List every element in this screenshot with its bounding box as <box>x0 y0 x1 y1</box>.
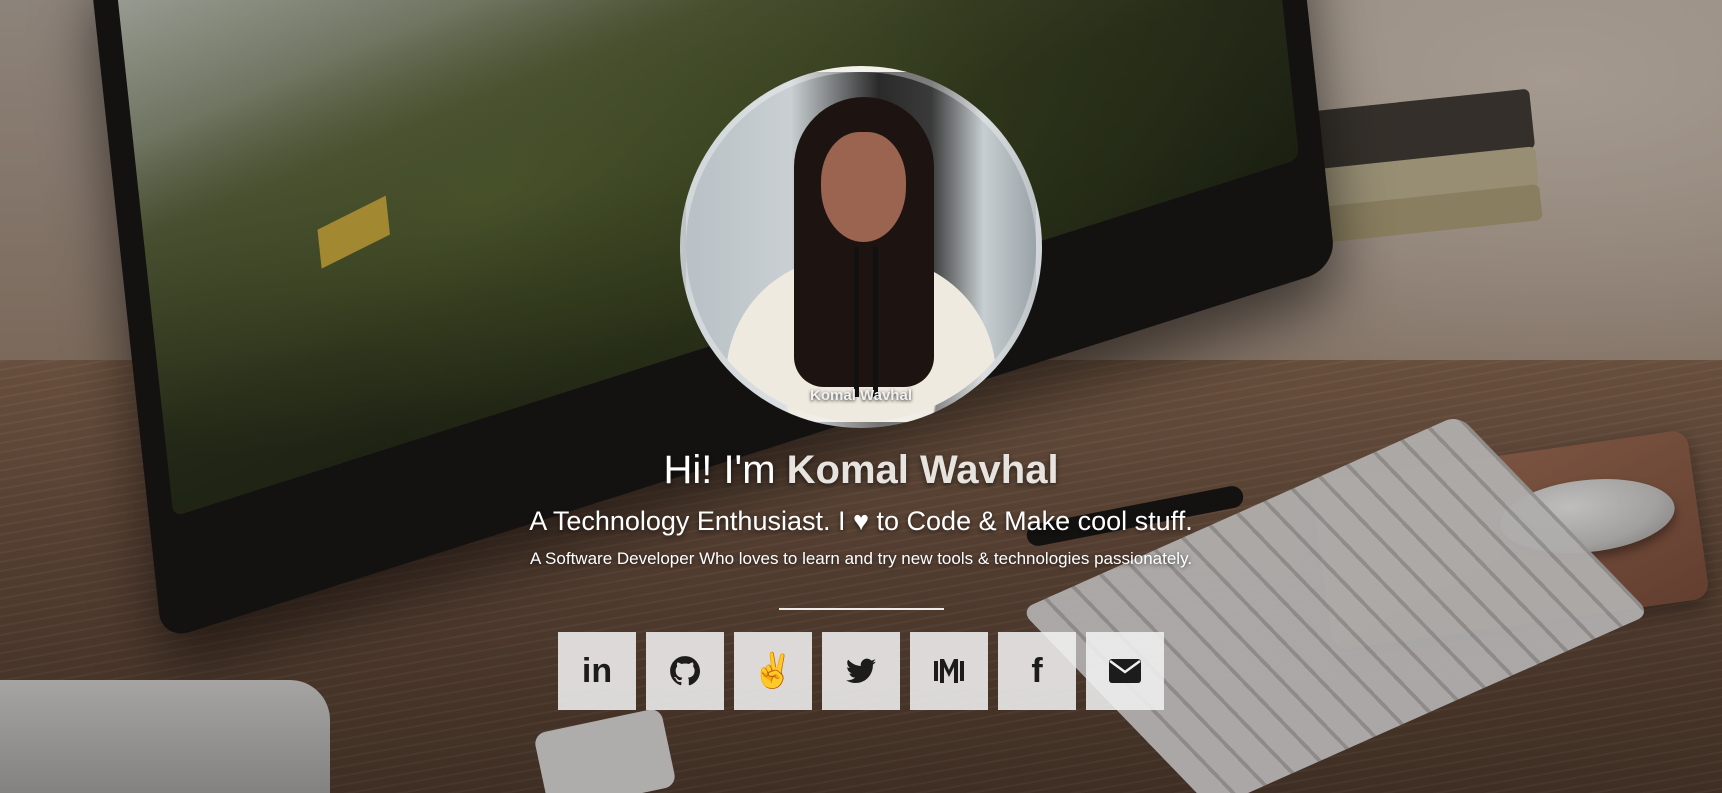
social-links: in ✌ f <box>0 632 1722 710</box>
linkedin-icon: in <box>581 651 613 690</box>
facebook-icon: f <box>1031 651 1043 690</box>
avatar-face <box>821 132 906 242</box>
avatar-lanyard <box>854 247 878 397</box>
github-icon <box>668 654 702 688</box>
avatar: Komal Wavhal <box>680 66 1042 428</box>
angellist-icon: ✌ <box>751 652 795 690</box>
twitter-button[interactable] <box>822 632 900 710</box>
angellist-button[interactable]: ✌ <box>734 632 812 710</box>
email-icon <box>1108 658 1142 684</box>
email-button[interactable] <box>1086 632 1164 710</box>
medium-icon <box>932 657 966 685</box>
facebook-button[interactable]: f <box>998 632 1076 710</box>
tagline: A Technology Enthusiast. I ♥ to Code & M… <box>529 506 1193 536</box>
github-button[interactable] <box>646 632 724 710</box>
greeting-prefix: Hi! I'm <box>663 448 776 492</box>
profile-name: Komal Wavhal <box>786 448 1059 492</box>
description: A Software Developer Who loves to learn … <box>529 549 1193 568</box>
page-title: Hi! I'm Komal Wavhal <box>0 446 1722 494</box>
hero-section: Komal Wavhal Hi! I'm Komal Wavhal A Tech… <box>0 0 1722 793</box>
avatar-caption: Komal Wavhal <box>810 387 912 404</box>
profile-content: Komal Wavhal Hi! I'm Komal Wavhal A Tech… <box>0 66 1722 710</box>
medium-button[interactable] <box>910 632 988 710</box>
linkedin-button[interactable]: in <box>558 632 636 710</box>
divider <box>778 608 944 610</box>
twitter-icon <box>846 658 876 684</box>
